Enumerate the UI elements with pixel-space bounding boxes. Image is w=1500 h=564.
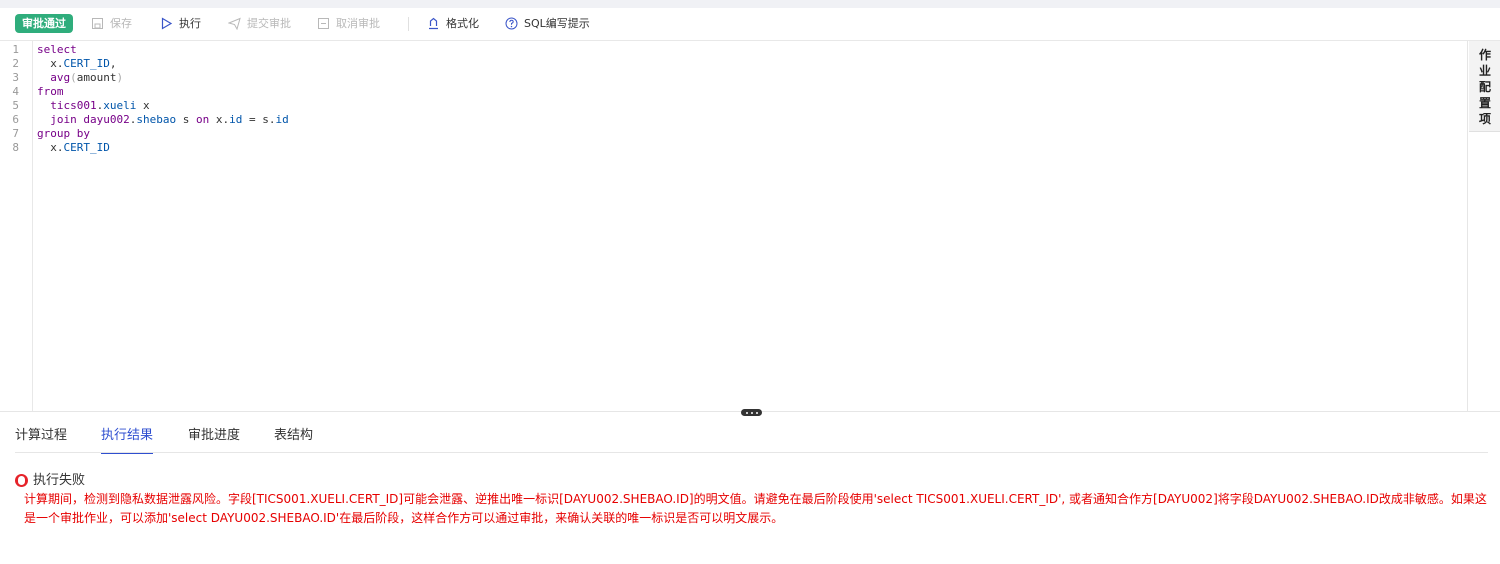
sql-code[interactable]: select x.CERT_ID, avg(amount) from tics0…: [37, 43, 289, 155]
result-tabs: 计算过程 执行结果 审批进度 表结构: [0, 424, 1488, 454]
format-icon: [429, 17, 438, 30]
tab-exec-result-label: 执行结果: [101, 428, 154, 443]
cancel-approval-label: 取消审批: [336, 17, 380, 30]
send-icon: [228, 17, 241, 30]
line-number: 8: [12, 141, 19, 154]
error-message: 计算期间，检测到隐私数据泄露风险。字段[TICS001.XUELI.CERT_I…: [24, 492, 1487, 525]
play-icon: [161, 17, 173, 30]
code-line: avg(amount): [50, 71, 124, 84]
line-number: 6: [12, 113, 19, 126]
resize-handle[interactable]: [741, 409, 762, 416]
save-label: 保存: [110, 17, 132, 30]
approval-status-badge: 审批通过: [15, 14, 73, 33]
code-line: select: [37, 43, 77, 56]
tabs-bottom-border: [15, 452, 1488, 453]
save-icon: [92, 18, 103, 29]
code-line: x.CERT_ID: [50, 141, 110, 154]
tab-approval-progress[interactable]: 审批进度: [188, 427, 240, 445]
execute-label: 执行: [179, 17, 201, 30]
toolbar: 审批通过 保存 执行 提交审批 取消审批 格式化 SQL编写提示: [0, 8, 1500, 41]
sql-hint-label: SQL编写提示: [524, 17, 590, 30]
error-status: 执行失败: [33, 473, 86, 488]
top-strip: [0, 0, 1500, 8]
toolbar-separator: [408, 17, 409, 31]
line-number: 7: [12, 127, 19, 140]
job-config-label: 作业配置项: [1479, 48, 1492, 126]
line-number: 4: [12, 85, 19, 98]
code-line: join dayu002.shebao s on x.id = s.id: [50, 113, 289, 126]
code-line: tics001.xueli x: [50, 99, 150, 112]
sql-editor[interactable]: 1 2 3 4 5 6 7 8 select x.CERT_ID, avg(am…: [0, 41, 1467, 411]
tab-calc-process[interactable]: 计算过程: [15, 427, 67, 445]
tab-exec-result[interactable]: 执行结果: [101, 427, 154, 454]
line-number: 1: [12, 43, 19, 56]
format-label: 格式化: [446, 17, 479, 30]
line-number: 3: [12, 71, 19, 84]
job-config-panel: 作业配置项: [1467, 41, 1500, 411]
code-line: from: [37, 85, 64, 98]
line-number: 2: [12, 57, 19, 70]
line-number: 5: [12, 99, 19, 112]
code-line: x.CERT_ID,: [50, 57, 117, 70]
code-line: group by: [37, 127, 90, 140]
line-number-gutter: 1 2 3 4 5 6 7 8: [0, 41, 33, 411]
submit-approval-label: 提交审批: [247, 17, 291, 30]
help-circle-icon: [505, 17, 518, 30]
error-icon: [15, 474, 28, 487]
job-config-tab[interactable]: 作业配置项: [1469, 41, 1500, 132]
tab-table-structure[interactable]: 表结构: [274, 427, 313, 445]
cancel-approval-icon: [318, 18, 329, 29]
